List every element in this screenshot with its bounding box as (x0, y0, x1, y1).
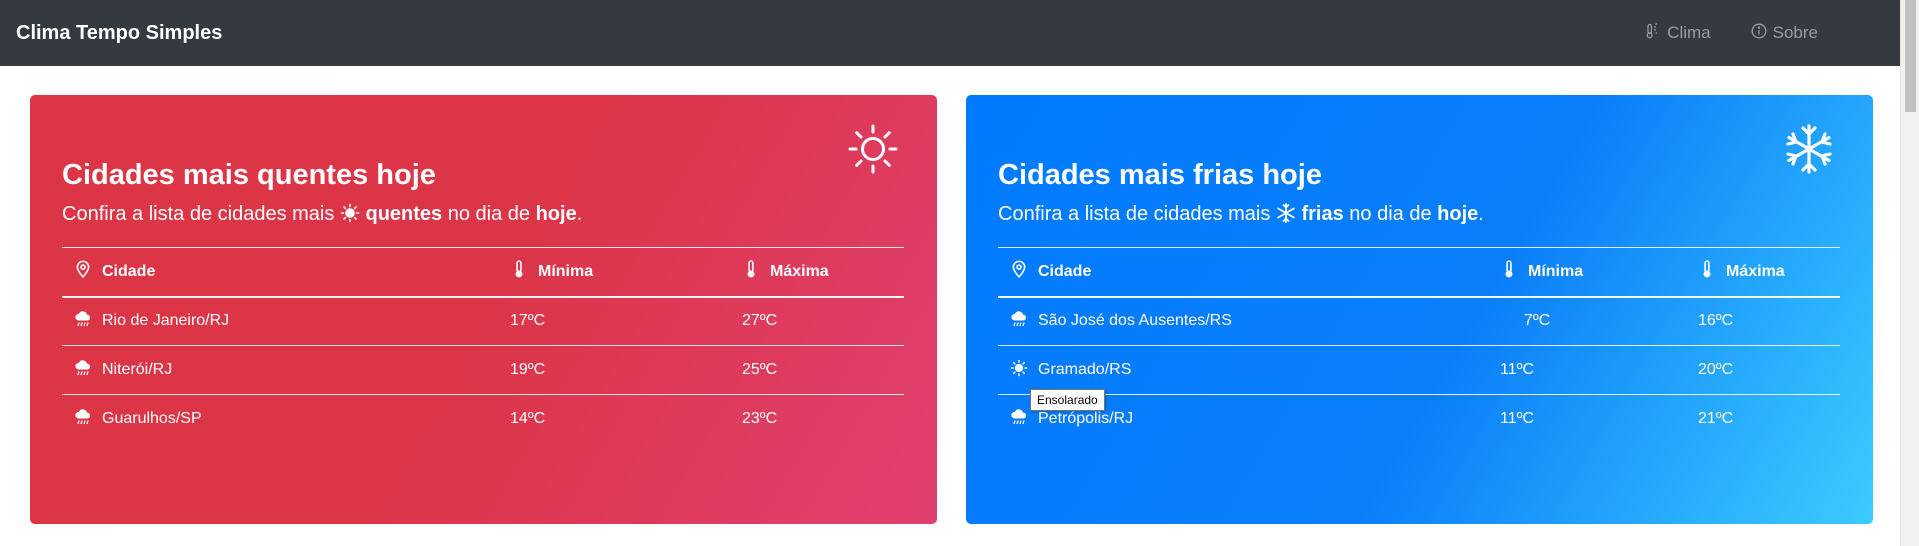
hot-cities-card: Cidades mais quentes hoje Confira a list… (30, 95, 937, 524)
city-name: São José dos Ausentes/RS (1038, 312, 1232, 330)
max-temp: 16ºC (1698, 296, 1840, 346)
nav-link-clima[interactable]: Clima (1625, 22, 1730, 44)
info-circle-icon (1751, 23, 1767, 44)
subtitle-day: hoje (535, 203, 577, 225)
city-name: Gramado/RS (1038, 361, 1132, 378)
nav-link-sobre[interactable]: Sobre (1731, 23, 1838, 44)
snowflake-icon (1783, 123, 1835, 175)
sun-icon (340, 203, 360, 223)
sun-icon (847, 123, 899, 175)
city-name: Rio de Janeiro/RJ (102, 312, 230, 330)
weather-tooltip: Ensolarado (1030, 389, 1105, 411)
navbar: Clima Tempo Simples Clima Sobre (0, 0, 1900, 66)
max-temp: 27ºC (742, 296, 904, 346)
min-temp: 11ºC (1500, 345, 1698, 395)
max-temp: 21ºC (1698, 410, 1734, 428)
cold-cities-table: Cidade Mínima Máxima São José dos Ausent… (998, 247, 1840, 444)
thermometer-icon (742, 260, 760, 283)
scrollbar-thumb[interactable] (1905, 0, 1916, 112)
subtitle-text: no dia de (1349, 203, 1432, 225)
sun-icon[interactable] (1010, 359, 1028, 382)
subtitle-day: hoje (1437, 203, 1479, 225)
city-name: Guarulhos/SP (102, 410, 202, 428)
nav-link-label: Sobre (1772, 23, 1818, 42)
rain-cloud-icon[interactable] (1010, 408, 1028, 431)
cold-cities-card: Cidades mais frias hoje Confira a lista … (966, 95, 1873, 524)
table-row: Rio de Janeiro/RJ 17ºC 27ºC (62, 296, 904, 346)
hot-cities-table: Cidade Mínima Máxima Rio de Janeiro/RJ 1… (62, 247, 904, 444)
rain-cloud-icon[interactable] (74, 408, 92, 431)
rain-cloud-icon[interactable] (1010, 310, 1028, 333)
subtitle-keyword: quentes (365, 203, 443, 225)
brand-title[interactable]: Clima Tempo Simples (16, 22, 222, 45)
card-title: Cidades mais quentes hoje (62, 159, 436, 191)
column-header-max: Máxima (770, 262, 829, 280)
rain-cloud-icon[interactable] (74, 359, 92, 382)
column-header-max: Máxima (1726, 262, 1785, 280)
subtitle-end: . (576, 203, 583, 225)
max-temp: 20ºC (1698, 345, 1840, 395)
thermometer-icon (510, 260, 528, 283)
nav-link-label: Clima (1667, 23, 1711, 42)
thermometer-sun-icon (1645, 22, 1661, 44)
city-name: Niterói/RJ (102, 361, 173, 378)
table-header-row: Cidade Mínima Máxima (998, 247, 1840, 298)
min-temp: 19ºC (510, 345, 742, 395)
map-pin-icon (1010, 260, 1028, 283)
min-temp: 11ºC (1500, 410, 1535, 428)
table-row: Petrópolis/RJ 11ºC 21ºC (998, 395, 1840, 444)
subtitle-end: . (1478, 203, 1484, 225)
subtitle-text: Confira a lista de cidades mais (62, 203, 335, 225)
column-header-min: Mínima (1528, 262, 1584, 280)
table-header-row: Cidade Mínima Máxima (62, 247, 904, 298)
rain-cloud-icon[interactable] (74, 310, 92, 333)
max-temp: 25ºC (742, 345, 904, 395)
thermometer-icon (1698, 260, 1716, 283)
subtitle-keyword: frias (1301, 203, 1344, 225)
table-row: Guarulhos/SP 14ºC 23ºC (62, 395, 904, 444)
thermometer-icon (1500, 260, 1518, 283)
column-header-city: Cidade (1038, 262, 1092, 280)
min-temp: 17ºC (510, 296, 742, 346)
max-temp: 23ºC (742, 410, 778, 428)
table-row: Gramado/RS 11ºC 20ºC (998, 345, 1840, 395)
nav-links: Clima Sobre (1625, 22, 1838, 44)
card-title: Cidades mais frias hoje (998, 159, 1322, 191)
table-row: São José dos Ausentes/RS 7ºC 16ºC (998, 296, 1840, 346)
subtitle-text: Confira a lista de cidades mais (998, 203, 1271, 225)
min-temp: 7ºC (1500, 296, 1698, 346)
map-pin-icon (74, 260, 92, 283)
vertical-scrollbar[interactable] (1900, 0, 1919, 546)
card-subtitle: Confira a lista de cidades mais frias no… (998, 203, 1484, 226)
city-name: Petrópolis/RJ (1038, 410, 1134, 428)
subtitle-text: no dia de (447, 203, 531, 225)
column-header-city: Cidade (102, 262, 156, 280)
table-row: Niterói/RJ 19ºC 25ºC (62, 345, 904, 395)
snowflake-icon (1276, 203, 1296, 223)
card-subtitle: Confira a lista de cidades mais quentes … (62, 203, 582, 226)
column-header-min: Mínima (538, 262, 594, 280)
min-temp: 14ºC (510, 410, 546, 428)
